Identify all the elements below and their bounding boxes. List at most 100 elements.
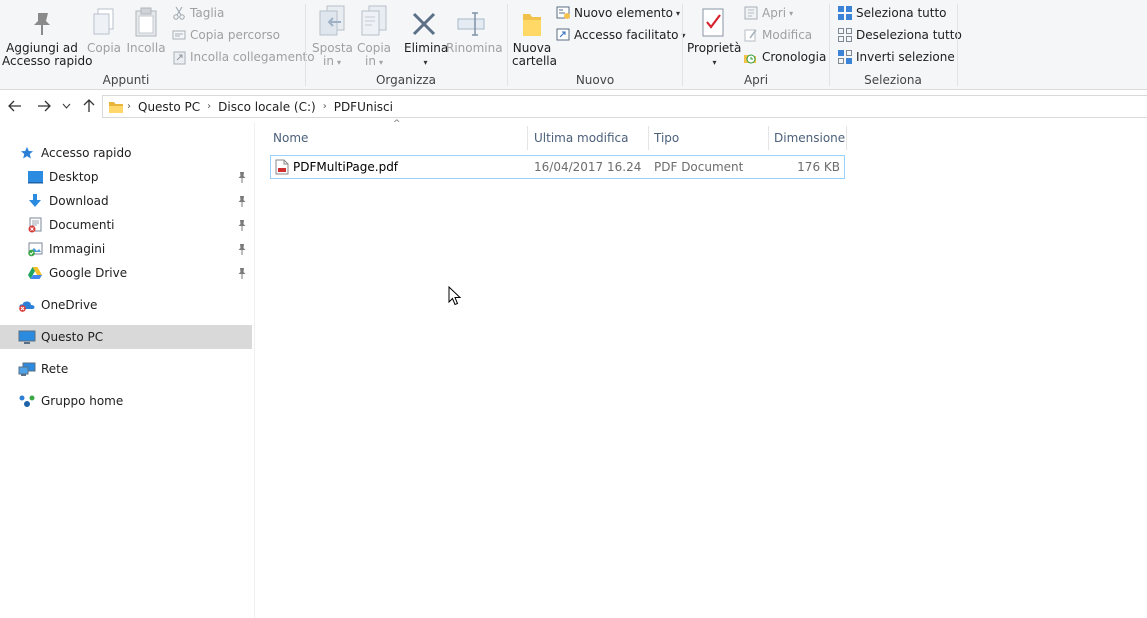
copy-to-icon [354,4,394,38]
star-icon [18,145,36,161]
properties-button[interactable]: Proprietà ▾ [687,4,741,69]
paste-label: Incolla [126,41,166,55]
pin-icon[interactable] [236,218,248,232]
nav-label: Immagini [49,242,106,256]
copy-path-button[interactable]: Copia percorso [171,25,280,45]
pin-icon[interactable] [236,266,248,280]
mouse-cursor-icon [448,286,462,306]
select-none-icon [837,27,853,43]
column-header-type[interactable]: Tipo [649,126,769,150]
breadcrumb-chevron-icon[interactable]: › [320,101,330,112]
nav-label: Questo PC [41,330,104,344]
new-folder-button[interactable]: Nuova cartella [512,4,557,68]
nav-item-onedrive[interactable]: OneDrive [0,293,252,317]
computer-icon [18,329,36,345]
easy-access-icon [555,27,571,43]
select-all-button[interactable]: Seleziona tutto [837,3,947,23]
network-icon [18,361,36,377]
back-button[interactable] [6,97,24,115]
history-button[interactable]: Cronologia [743,47,826,67]
copy-to-label-2: in [365,54,376,68]
nav-item-network[interactable]: Rete [0,357,252,381]
group-seleziona: Seleziona tutto Deseleziona tutto Invert… [830,0,962,90]
up-button[interactable] [80,97,98,115]
copy-path-label: Copia percorso [190,28,280,42]
nav-label: Desktop [49,170,99,184]
group-label-appunti: Appunti [102,73,150,87]
paste-button[interactable]: Incolla [126,4,166,55]
invert-selection-button[interactable]: Inverti selezione [837,47,955,67]
nav-item-documents[interactable]: Documenti [0,213,252,237]
chevron-down-icon: ▾ [789,8,794,18]
new-item-button[interactable]: Nuovo elemento ▾ [555,3,680,23]
rename-button[interactable]: Rinomina [446,4,503,55]
file-type: PDF Document [654,160,744,174]
homegroup-icon [18,393,36,409]
chevron-down-icon: ▾ [676,8,681,18]
pin-icon[interactable] [236,194,248,208]
nav-item-quick-access[interactable]: Accesso rapido [0,141,252,165]
chevron-down-icon [62,103,70,109]
rename-label: Rinomina [446,41,503,55]
nav-item-homegroup[interactable]: Gruppo home [0,389,252,413]
invert-selection-icon [837,49,853,65]
edit-pencil-icon [743,27,759,43]
nav-label: Documenti [49,218,115,232]
copy-to-button[interactable]: Copia in ▾ [354,4,394,69]
address-box[interactable]: › Questo PC › Disco locale (C:) › PDFUni… [102,95,1147,118]
breadcrumb-pdfunisci[interactable]: PDFUnisci [330,100,397,114]
new-folder-icon [512,4,552,38]
table-row[interactable]: PDFMultiPage.pdf 16/04/2017 16.24 PDF Do… [270,155,845,179]
pin-quick-access-button[interactable]: Aggiungi ad Accesso rapido [2,4,93,68]
nav-item-this-pc[interactable]: Questo PC [0,325,252,349]
open-button[interactable]: Apri ▾ [743,3,793,23]
nav-item-desktop[interactable]: Desktop [0,165,252,189]
column-header-modified[interactable]: Ultima modifica [529,126,649,150]
easy-access-button[interactable]: Accesso facilitato ▾ [555,25,686,45]
pin-icon[interactable] [236,242,248,256]
chevron-down-icon: ▾ [378,58,383,67]
paste-shortcut-button[interactable]: Incolla collegamento [171,47,315,67]
chevron-down-icon: ▾ [712,58,717,67]
recent-locations-button[interactable] [59,97,73,115]
group-organizza: Sposta in ▾ Copia in ▾ Elimina ▾ Rinomina … [306,0,506,90]
group-label-apri: Apri [743,73,769,87]
properties-checkmark-icon [687,4,739,38]
pin-icon[interactable] [236,170,248,184]
breadcrumb-chevron-icon[interactable]: › [204,101,214,112]
pin-label-2: Accesso rapido [2,54,93,68]
scissors-icon [171,5,187,21]
breadcrumb-chevron-icon[interactable]: › [124,101,134,112]
file-size: 176 KB [797,160,840,174]
arrow-left-icon [8,100,21,112]
invert-selection-label: Inverti selezione [856,50,955,64]
paste-shortcut-icon [171,49,187,65]
select-all-icon [837,5,853,21]
breadcrumb-local-disk[interactable]: Disco locale (C:) [214,100,320,114]
file-name: PDFMultiPage.pdf [293,160,399,174]
navigation-pane: Accesso rapido Desktop Download Document… [0,122,255,618]
new-folder-label-2: cartella [512,54,557,68]
copy-button[interactable]: Copia [86,4,122,55]
nav-label: Rete [41,362,69,376]
nav-item-images[interactable]: Immagini [0,237,252,261]
nav-item-download[interactable]: Download [0,189,252,213]
edit-button[interactable]: Modifica [743,25,812,45]
paste-icon [126,4,166,38]
new-item-label: Nuovo elemento [574,6,674,20]
open-label: Apri [762,6,787,20]
column-header-size[interactable]: Dimensione [769,126,847,150]
delete-button[interactable]: Elimina ▾ [404,4,448,69]
select-none-button[interactable]: Deseleziona tutto [837,25,962,45]
move-to-button[interactable]: Sposta in ▾ [312,4,353,69]
folder-icon [108,100,124,114]
forward-button[interactable] [35,97,53,115]
group-separator [957,4,958,86]
select-all-label: Seleziona tutto [856,6,947,20]
desktop-icon [26,169,44,185]
nav-item-google-drive[interactable]: Google Drive [0,261,252,285]
history-icon [743,49,759,65]
breadcrumb-this-pc[interactable]: Questo PC [134,100,204,114]
column-header-name[interactable]: Nome [268,126,528,150]
cut-button[interactable]: Taglia [171,3,224,23]
